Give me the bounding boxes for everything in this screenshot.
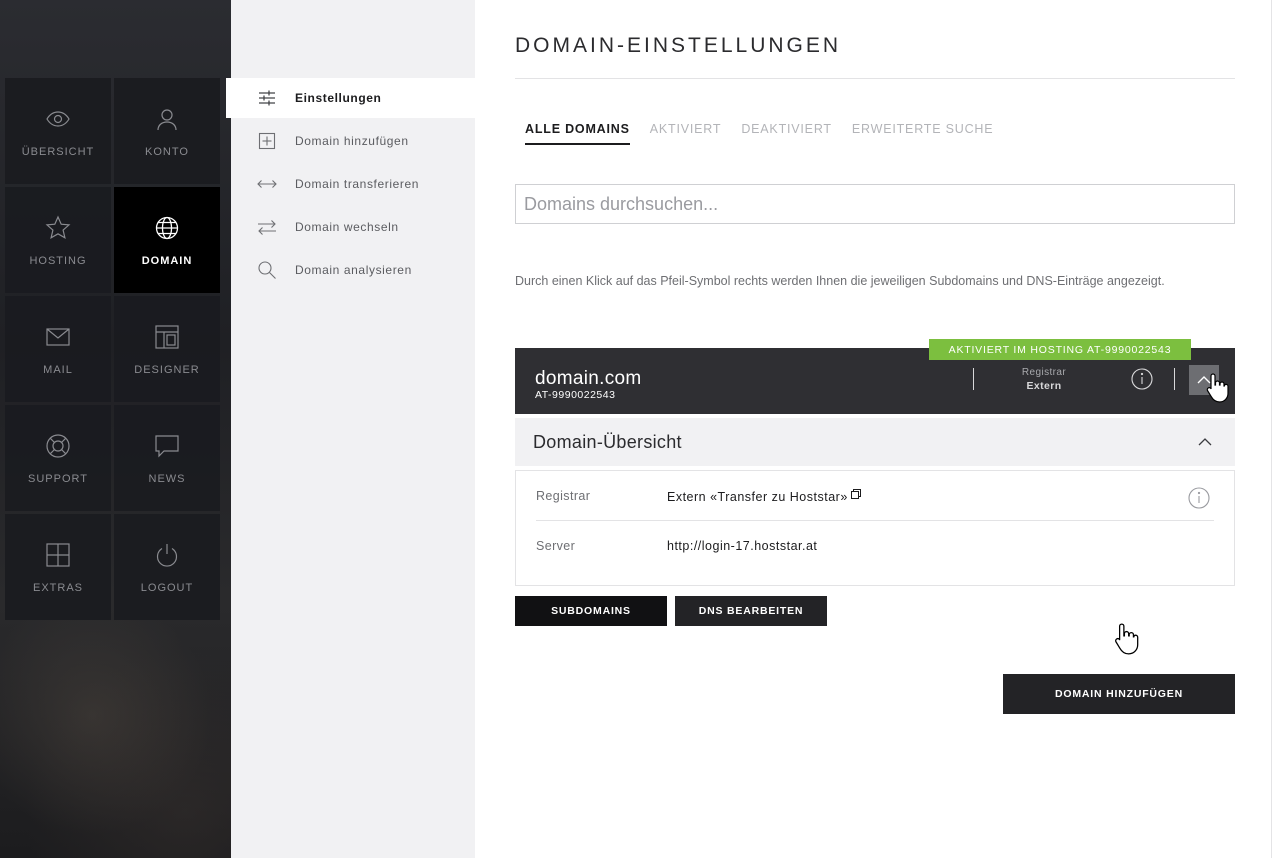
nav-tile-label: LOGOUT	[140, 582, 194, 594]
nav-tile-news[interactable]: NEWS	[114, 405, 220, 511]
submenu-item-domain-analysieren[interactable]: Domain analysieren	[231, 250, 475, 290]
detail-row-server: Server http://login-17.hoststar.at	[536, 521, 1214, 571]
nav-tile-designer[interactable]: DESIGNER	[114, 296, 220, 402]
speech-bubble-icon	[155, 435, 179, 458]
external-link-icon[interactable]	[850, 489, 861, 499]
eye-icon	[46, 111, 70, 127]
swap-arrows-icon	[258, 220, 276, 235]
registrar-value: Extern	[1026, 380, 1062, 392]
power-icon	[156, 544, 178, 567]
chevron-up-icon[interactable]	[1197, 434, 1213, 450]
nav-tile-support[interactable]: SUPPORT	[5, 405, 111, 511]
globe-icon	[155, 216, 179, 240]
lifebuoy-icon	[46, 434, 70, 458]
domain-id: AT-9990022543	[535, 389, 616, 401]
overview-details: Registrar Extern «Transfer zu Hoststar» …	[515, 470, 1235, 586]
dns-edit-button[interactable]: DNS BEARBEITEN	[675, 596, 827, 626]
domain-search-input[interactable]	[515, 184, 1235, 224]
tab-aktiviert[interactable]: AKTIVIERT	[650, 122, 722, 145]
tab-deaktiviert[interactable]: DEAKTIVIERT	[741, 122, 832, 145]
info-icon[interactable]	[1188, 487, 1210, 509]
nav-tile-label: DOMAIN	[141, 255, 193, 267]
domain-filter-tabs: ALLE DOMAINS AKTIVIERT DEAKTIVIERT ERWEI…	[525, 122, 993, 145]
nav-tile-label: HOSTING	[29, 255, 87, 267]
registrar-transfer-link[interactable]: Extern «Transfer zu Hoststar»	[667, 490, 848, 504]
nav-tile-label: MAIL	[43, 364, 73, 376]
tab-erweiterte-suche[interactable]: ERWEITERTE SUCHE	[852, 122, 994, 145]
detail-row-registrar: Registrar Extern «Transfer zu Hoststar»	[536, 471, 1214, 521]
domain-submenu: Einstellungen Domain hinzufügen Domain t…	[226, 0, 475, 858]
nav-tile-label: ÜBERSICHT	[21, 146, 95, 158]
submenu-item-label: Domain transferieren	[295, 177, 420, 191]
submenu-item-label: Domain wechseln	[295, 220, 399, 234]
divider	[973, 368, 974, 390]
envelope-icon	[46, 328, 70, 346]
subdomains-button[interactable]: SUBDOMAINS	[515, 596, 667, 626]
plus-box-icon	[46, 543, 70, 567]
tab-alle-domains[interactable]: ALLE DOMAINS	[525, 122, 630, 145]
nav-tile-label: EXTRAS	[32, 582, 83, 594]
nav-tile-domain[interactable]: DOMAIN	[114, 187, 220, 293]
nav-tile-extras[interactable]: EXTRAS	[5, 514, 111, 620]
domain-row-header: domain.com AT-9990022543 AKTIVIERT IM HO…	[515, 339, 1235, 414]
main-content: DOMAIN-EINSTELLUNGEN ALLE DOMAINS AKTIVI…	[475, 0, 1272, 858]
magnifier-icon	[258, 261, 276, 279]
detail-value-wrap: Extern «Transfer zu Hoststar»	[667, 489, 861, 504]
nav-tile-label: KONTO	[145, 146, 189, 158]
submenu-item-einstellungen[interactable]: Einstellungen	[226, 78, 475, 118]
detail-value: http://login-17.hoststar.at	[667, 539, 818, 553]
sliders-icon	[259, 90, 275, 106]
nav-tile-hosting[interactable]: HOSTING	[5, 187, 111, 293]
nav-tile-logout[interactable]: LOGOUT	[114, 514, 220, 620]
overview-header[interactable]: Domain-Übersicht	[515, 418, 1235, 466]
nav-tile-label: SUPPORT	[28, 473, 88, 485]
domain-name: domain.com	[535, 368, 642, 389]
submenu-item-domain-hinzufuegen[interactable]: Domain hinzufügen	[231, 121, 475, 161]
status-badge: AKTIVIERT IM HOSTING AT-9990022543	[929, 339, 1191, 360]
title-divider	[515, 78, 1235, 79]
submenu-item-label: Domain hinzufügen	[295, 134, 409, 148]
detail-key: Registrar	[536, 489, 591, 503]
overview-title: Domain-Übersicht	[533, 432, 682, 452]
star-icon	[45, 215, 71, 240]
nav-tile-label: NEWS	[148, 473, 186, 485]
submenu-item-domain-wechseln[interactable]: Domain wechseln	[231, 207, 475, 247]
page-title: DOMAIN-EINSTELLUNGEN	[515, 34, 842, 57]
double-arrow-icon	[257, 180, 277, 188]
plus-square-icon	[258, 132, 276, 150]
main-tile-navigation: ÜBERSICHT KONTO HOSTING DOMAIN MAIL DESI…	[0, 0, 231, 858]
user-icon	[157, 109, 177, 131]
nav-tile-uebersicht[interactable]: ÜBERSICHT	[5, 78, 111, 184]
nav-tile-label: DESIGNER	[134, 364, 200, 376]
background-texture	[0, 620, 231, 858]
info-text: Durch einen Klick auf das Pfeil-Symbol r…	[515, 274, 1165, 288]
submenu-item-domain-transferieren[interactable]: Domain transferieren	[231, 164, 475, 204]
divider	[1174, 368, 1175, 390]
nav-tile-mail[interactable]: MAIL	[5, 296, 111, 402]
hand-cursor-icon	[1206, 373, 1229, 403]
hand-cursor-icon	[1115, 623, 1139, 655]
submenu-item-label: Domain analysieren	[295, 263, 412, 277]
submenu-item-label: Einstellungen	[295, 91, 382, 105]
tile-grid: ÜBERSICHT KONTO HOSTING DOMAIN MAIL DESI…	[5, 78, 220, 620]
add-domain-button[interactable]: DOMAIN HINZUFÜGEN	[1003, 674, 1235, 714]
nav-tile-konto[interactable]: KONTO	[114, 78, 220, 184]
layout-icon	[155, 325, 179, 349]
registrar-label: Registrar	[1021, 367, 1067, 378]
info-icon[interactable]	[1131, 368, 1153, 390]
detail-key: Server	[536, 539, 576, 553]
